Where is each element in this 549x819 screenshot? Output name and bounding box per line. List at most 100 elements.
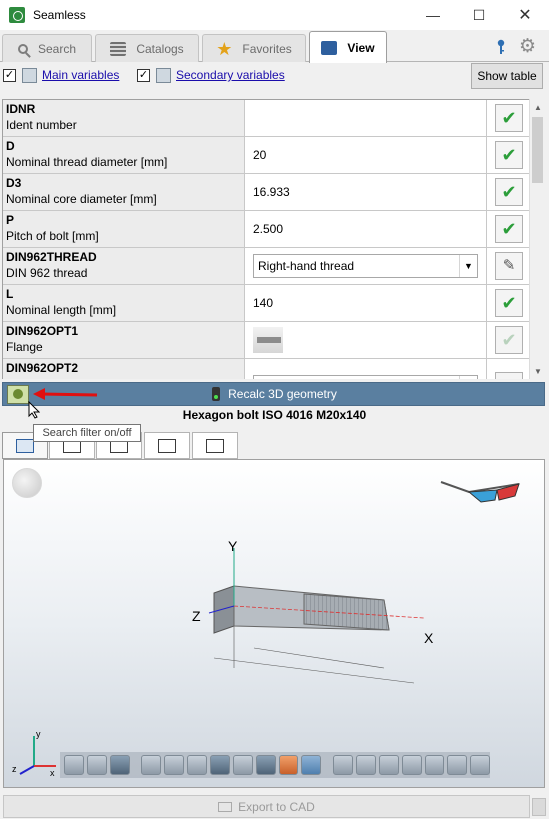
key-icon[interactable] xyxy=(496,39,506,55)
row-action: ✔ xyxy=(488,137,529,173)
main-variables-link[interactable]: Main variables xyxy=(42,68,119,82)
export-to-cad-button[interactable]: Export to CAD xyxy=(3,795,530,818)
screen-icon[interactable] xyxy=(255,755,276,775)
tab-view[interactable]: View xyxy=(309,31,387,63)
row-name-cell: DIN962OPT2 xyxy=(3,359,245,379)
check-icon[interactable]: ✔ xyxy=(495,141,523,169)
scrollbar-thumb[interactable] xyxy=(532,117,543,183)
3d-toolbar xyxy=(60,752,491,778)
row-code: DIN962OPT1 xyxy=(6,324,79,338)
view-bottom-icon[interactable] xyxy=(447,755,468,775)
secondary-variables-icon xyxy=(156,68,171,83)
scroll-up-icon[interactable]: ▲ xyxy=(530,99,546,115)
print-icon xyxy=(158,438,176,453)
dropdown-value: Right-hand thread xyxy=(258,259,355,273)
cylinder-shaded-icon[interactable] xyxy=(86,755,107,775)
axis-y-label: Y xyxy=(228,538,238,554)
thread-dropdown[interactable]: Right-hand thread ▼ xyxy=(253,254,478,278)
view-left-icon[interactable] xyxy=(378,755,399,775)
row-description: Nominal thread diameter [mm] xyxy=(6,155,168,169)
row-action: ✔ xyxy=(488,211,529,247)
view-back-icon[interactable] xyxy=(356,755,376,775)
rotate-icon[interactable] xyxy=(187,755,208,775)
star-icon: ★ xyxy=(216,38,233,59)
mouse-cursor-icon xyxy=(28,401,40,419)
scroll-down-icon[interactable]: ▼ xyxy=(530,363,546,379)
bolt-3d-model[interactable] xyxy=(194,538,444,688)
tab-favorites[interactable]: ★ Favorites xyxy=(202,34,306,62)
tab-label: View xyxy=(347,40,375,55)
view-front-icon[interactable] xyxy=(333,755,354,775)
filter-tooltip: Search filter on/off xyxy=(33,424,141,442)
row-action: ✔ xyxy=(488,100,529,136)
row-value[interactable]: 20 xyxy=(245,137,487,173)
resize-grip[interactable] xyxy=(532,798,546,816)
main-tabs: Search Catalogs ★ Favorites View xyxy=(0,30,549,63)
row-action: ✔ xyxy=(488,285,529,321)
table-row: DIN962THREAD DIN 962 thread Right-hand t… xyxy=(3,248,529,285)
pan-icon[interactable] xyxy=(164,755,185,775)
option-dropdown[interactable]: - ▼ xyxy=(253,375,478,379)
svg-text:z: z xyxy=(12,764,17,774)
row-description: Nominal length [mm] xyxy=(6,303,117,317)
row-value[interactable]: 16.933 xyxy=(245,174,487,210)
axis-z-label: Z xyxy=(192,608,201,624)
measure-icon[interactable] xyxy=(210,755,230,775)
row-code: L xyxy=(6,287,14,301)
check-icon[interactable]: ✔ xyxy=(495,289,523,317)
tab-catalogs[interactable]: Catalogs xyxy=(95,34,199,62)
check-icon: ✔ xyxy=(495,326,523,354)
zoom-icon[interactable] xyxy=(141,755,162,775)
secondary-variables-checkbox[interactable]: ✓ xyxy=(137,69,150,82)
table-scrollbar[interactable]: ▲ ▼ xyxy=(529,99,545,379)
tab-label: Search xyxy=(37,41,77,56)
tab-label: Favorites xyxy=(242,41,292,56)
minimize-button[interactable]: — xyxy=(410,0,456,30)
tab-dimension-view[interactable] xyxy=(192,432,238,459)
check-icon[interactable]: ✔ xyxy=(495,104,523,132)
dimension-icon xyxy=(206,438,224,453)
part-title: Hexagon bolt ISO 4016 M20x140 xyxy=(182,408,367,422)
edit-icon[interactable]: ✎ xyxy=(495,252,523,280)
search-filter-toggle-icon[interactable] xyxy=(7,385,29,404)
row-code: D3 xyxy=(6,176,22,190)
row-value[interactable]: 140 xyxy=(245,285,487,321)
tab-print-view[interactable] xyxy=(144,432,190,459)
check-icon[interactable]: ✔ xyxy=(495,178,523,206)
cylinder-solid-icon[interactable] xyxy=(109,755,130,775)
view-top-icon[interactable] xyxy=(424,755,445,775)
row-value[interactable] xyxy=(245,100,487,136)
svg-text:y: y xyxy=(36,729,41,739)
grid-icon[interactable] xyxy=(232,755,253,775)
flange-thumbnail[interactable] xyxy=(253,327,283,353)
view-right-icon[interactable] xyxy=(401,755,422,775)
show-table-button[interactable]: Show table xyxy=(471,63,543,89)
check-icon[interactable]: ✔ xyxy=(495,215,523,243)
close-button[interactable]: ✕ xyxy=(502,0,548,30)
maximize-button[interactable]: ☐ xyxy=(456,0,502,30)
cube-icon[interactable] xyxy=(301,755,322,775)
navigation-orb-icon[interactable] xyxy=(12,468,42,498)
3d-glasses-icon[interactable] xyxy=(439,478,521,508)
main-variables-checkbox[interactable]: ✓ xyxy=(3,69,16,82)
row-action: ✎ xyxy=(488,248,529,284)
texture-icon[interactable] xyxy=(278,755,299,775)
red-arrow-icon xyxy=(33,388,98,400)
row-name-cell: DIN962OPT1 Flange xyxy=(3,322,245,358)
export-icon xyxy=(218,801,233,812)
view-iso-icon[interactable] xyxy=(470,755,491,775)
edit-icon[interactable]: ✎ xyxy=(495,372,523,379)
variables-table: IDNR Ident number ✔ D Nominal thread dia… xyxy=(2,99,529,379)
gear-icon[interactable]: ⚙ xyxy=(519,37,536,56)
table-row: D3 Nominal core diameter [mm] 16.933 ✔ xyxy=(3,174,529,211)
tab-label: Catalogs xyxy=(136,41,184,56)
tab-search[interactable]: Search xyxy=(2,34,92,62)
row-code: DIN962THREAD xyxy=(6,250,97,264)
3d-viewport[interactable]: Y X Z y x z xyxy=(3,459,545,788)
secondary-variables-link[interactable]: Secondary variables xyxy=(176,68,285,82)
cylinder-wire-icon[interactable] xyxy=(64,755,84,775)
row-value[interactable]: 2.500 xyxy=(245,211,487,247)
table-row: P Pitch of bolt [mm] 2.500 ✔ xyxy=(3,211,529,248)
row-name-cell: D Nominal thread diameter [mm] xyxy=(3,137,245,173)
row-name-cell: D3 Nominal core diameter [mm] xyxy=(3,174,245,210)
